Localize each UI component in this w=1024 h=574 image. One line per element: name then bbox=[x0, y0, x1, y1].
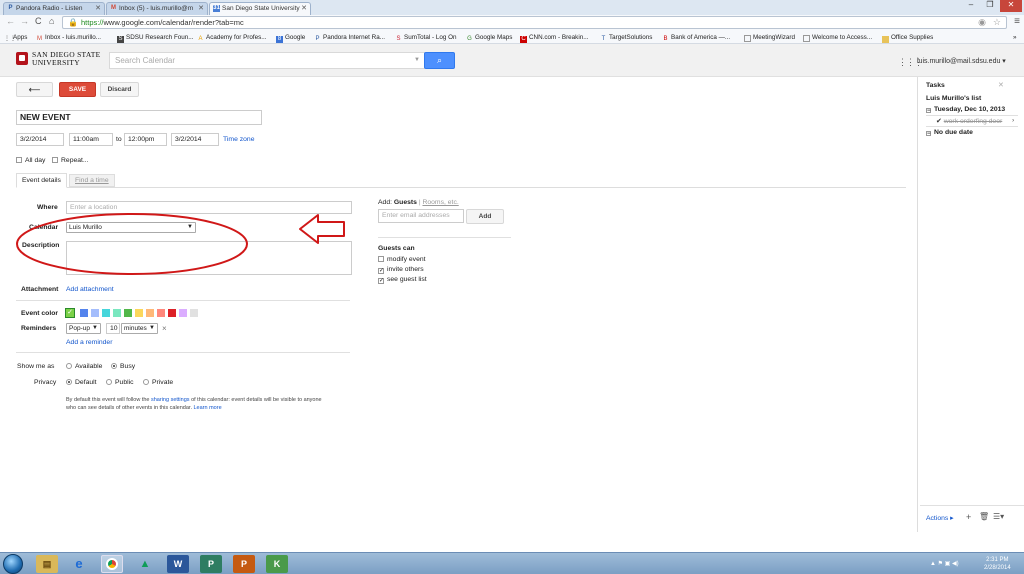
modify-checkbox[interactable] bbox=[378, 256, 384, 262]
divider bbox=[920, 505, 1024, 506]
divider bbox=[378, 237, 511, 238]
annotation-overlay bbox=[16, 213, 345, 275]
task-group[interactable]: − No due date bbox=[926, 129, 973, 137]
tray-icons[interactable]: ▲ ⚑ ▣ ◀) bbox=[930, 560, 959, 567]
tasks-panel: Tasks ✕ Luis Murillo's list − Tuesday, De… bbox=[917, 77, 1024, 532]
collapse-icon[interactable]: − bbox=[926, 131, 931, 137]
google-drive-icon[interactable]: ▲ bbox=[134, 555, 156, 573]
explorer-icon[interactable]: ▤ bbox=[36, 555, 58, 573]
task-actions-menu[interactable]: Actions ▸ bbox=[926, 514, 954, 522]
perm-modify-option[interactable]: modify event bbox=[378, 256, 426, 263]
add-task-icon[interactable]: + bbox=[966, 512, 971, 522]
annotation-ellipse bbox=[16, 213, 248, 275]
internet-explorer-icon[interactable]: e bbox=[68, 555, 90, 573]
completed-check-icon[interactable]: ✔ bbox=[936, 117, 942, 125]
divider bbox=[926, 115, 1018, 116]
add-guests-header: Add: Guests | Rooms, etc. bbox=[378, 199, 459, 206]
start-button[interactable] bbox=[3, 554, 23, 574]
delete-task-icon[interactable]: 🗑 bbox=[979, 512, 989, 521]
task-item[interactable]: ✔ work orderfing door bbox=[936, 117, 1002, 125]
publisher-icon[interactable]: P bbox=[200, 555, 222, 573]
invite-checkbox[interactable]: ✓ bbox=[378, 268, 384, 274]
annotation-arrow bbox=[299, 214, 345, 244]
task-lists-icon[interactable]: ☰▾ bbox=[993, 512, 1004, 521]
perm-invite-option[interactable]: ✓ invite others bbox=[378, 266, 424, 274]
rooms-tab[interactable]: Rooms, etc. bbox=[422, 199, 458, 206]
guest-email-input[interactable]: Enter email addresses bbox=[378, 209, 464, 223]
collapse-icon[interactable]: − bbox=[926, 108, 931, 114]
task-details-icon[interactable]: › bbox=[1012, 117, 1014, 124]
perm-see-option[interactable]: ✓ see guest list bbox=[378, 276, 427, 284]
task-list-name[interactable]: Luis Murillo's list bbox=[926, 95, 981, 102]
divider bbox=[926, 126, 1018, 127]
add-guest-button[interactable]: Add bbox=[466, 209, 504, 224]
windows-taskbar: ▤ e ▲ W P P K ▲ ⚑ ▣ ◀) 2:31 PM 2/28/2014 bbox=[0, 552, 1024, 574]
chrome-icon[interactable] bbox=[101, 555, 123, 573]
spreadsheet-icon[interactable]: K bbox=[266, 555, 288, 573]
see-list-checkbox[interactable]: ✓ bbox=[378, 278, 384, 284]
system-clock[interactable]: 2:31 PM 2/28/2014 bbox=[984, 556, 1011, 572]
close-tasks-icon[interactable]: ✕ bbox=[998, 81, 1004, 89]
guests-can-label: Guests can bbox=[378, 245, 415, 252]
tasks-title: Tasks bbox=[926, 82, 945, 89]
task-group[interactable]: − Tuesday, Dec 10, 2013 bbox=[926, 106, 1005, 114]
word-icon[interactable]: W bbox=[167, 555, 189, 573]
guests-tab[interactable]: Guests bbox=[394, 199, 417, 206]
powerpoint-icon[interactable]: P bbox=[233, 555, 255, 573]
